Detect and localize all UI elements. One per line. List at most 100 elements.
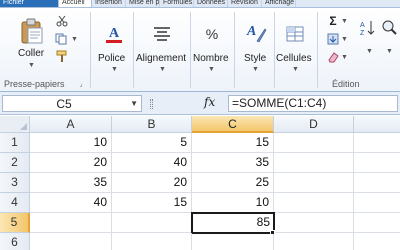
alignment-button-label[interactable]: Alignement [136,53,186,64]
active-cell-c5[interactable]: 85 [191,212,275,234]
format-painter-icon[interactable] [55,50,69,64]
cell-d5[interactable] [275,213,354,233]
font-color-button[interactable]: A [102,22,126,46]
cells-icon [286,26,304,42]
tab-review[interactable]: Révision [228,0,262,7]
cell-a2[interactable]: 20 [30,153,112,173]
cell-c2[interactable]: 35 [192,153,274,173]
worksheet-grid: A B C D 1 10 5 15 2 20 40 35 3 35 20 25 … [0,116,400,250]
ribbon: Coller ▼ ▼ Presse-papiers ⌟ A Police ▼ A… [0,8,400,92]
cell-d4[interactable] [274,193,354,213]
cell-e4[interactable] [354,193,400,213]
sum-chevron-icon[interactable]: ▼ [341,18,348,25]
editing-group-label: Édition [332,79,360,89]
cell-e5[interactable] [354,213,400,233]
cell-b6[interactable] [112,233,192,250]
cell-b1[interactable]: 5 [112,133,192,153]
number-chevron-icon[interactable]: ▼ [208,66,215,73]
row-header[interactable]: 3 [0,173,30,193]
alignment-button[interactable] [150,22,174,46]
group-separator [317,12,318,88]
cell-d1[interactable] [274,133,354,153]
sum-icon[interactable]: Σ [326,14,340,28]
name-box-value[interactable]: C5 [3,97,125,111]
cell-a3[interactable]: 35 [30,173,112,193]
alignment-chevron-icon[interactable]: ▼ [159,66,166,73]
formula-bar: C5 ▼ fx =SOMME(C1:C4) [0,92,400,115]
name-box[interactable]: C5 ▼ [2,95,142,112]
copy-icon[interactable] [55,32,69,46]
find-select-button[interactable] [380,16,398,40]
sort-filter-button[interactable]: A Z [357,16,381,40]
cell-d6[interactable] [274,233,354,250]
scissors-icon[interactable] [55,14,69,28]
tab-home[interactable]: Accueil [58,0,92,7]
cell-d3[interactable] [274,173,354,193]
name-box-dropdown-icon[interactable]: ▼ [130,99,138,108]
row-header[interactable]: 1 [0,133,30,153]
cell-a4[interactable]: 40 [30,193,112,213]
svg-text:A: A [246,24,256,39]
select-all-button[interactable] [0,116,30,133]
tab-formulas[interactable]: Formules [160,0,194,7]
tab-data[interactable]: Données [194,0,228,7]
clear-chevron-icon[interactable]: ▼ [341,54,348,61]
clear-icon[interactable] [326,50,340,64]
number-format-button[interactable]: % [200,22,224,46]
column-header-d[interactable]: D [274,116,354,133]
sort-chevron-icon[interactable]: ▼ [366,48,373,55]
font-button-label[interactable]: Police [98,53,125,64]
cell-b5[interactable] [112,213,192,233]
cell-a1[interactable]: 10 [30,133,112,153]
fill-chevron-icon[interactable]: ▼ [341,36,348,43]
style-button-label[interactable]: Style [244,53,266,64]
insert-function-icon[interactable]: fx [204,95,215,109]
cell-e6[interactable] [354,233,400,250]
copy-dropdown-chevron-icon[interactable]: ▼ [71,36,78,43]
cell-b3[interactable]: 20 [112,173,192,193]
cell-c4[interactable]: 10 [192,193,274,213]
font-chevron-icon[interactable]: ▼ [111,66,118,73]
row-header[interactable]: 4 [0,193,30,213]
cell-e3[interactable] [354,173,400,193]
style-icon: A [246,24,267,43]
tab-file[interactable]: Fichier [0,0,58,7]
cell-a6[interactable] [30,233,112,250]
cells-button[interactable] [283,22,307,46]
style-chevron-icon[interactable]: ▼ [252,66,259,73]
formula-input[interactable]: =SOMME(C1:C4) [228,95,398,112]
cell-e1[interactable] [354,133,400,153]
column-header-b[interactable]: B [112,116,192,133]
number-button-label[interactable]: Nombre [193,53,229,64]
cell-b4[interactable]: 15 [112,193,192,213]
dialog-launcher-icon[interactable]: ⌟ [76,79,86,89]
cell-a5[interactable] [30,213,112,233]
cells-button-label[interactable]: Cellules [276,53,312,64]
fill-icon[interactable] [326,32,340,46]
ribbon-tab-strip: Fichier Accueil Insertion Mise en page F… [0,0,400,8]
cell-c3[interactable]: 25 [192,173,274,193]
cell-c6[interactable] [192,234,274,250]
paste-label[interactable]: Coller [18,48,44,59]
row-header-selected[interactable]: 5 [0,213,30,233]
find-chevron-icon[interactable]: ▼ [386,48,393,55]
cell-e2[interactable] [354,153,400,173]
row-header[interactable]: 6 [0,233,30,250]
paste-dropdown-chevron-icon[interactable]: ▼ [28,62,35,69]
column-header-e[interactable] [354,116,400,133]
paste-button[interactable] [18,16,46,46]
tab-insert[interactable]: Insertion [92,0,126,7]
svg-text:Z: Z [360,30,365,37]
tab-view[interactable]: Affichage [262,0,296,7]
cell-d2[interactable] [274,153,354,173]
row-header[interactable]: 2 [0,153,30,173]
cell-b2[interactable]: 40 [112,153,192,173]
cells-chevron-icon[interactable]: ▼ [292,66,299,73]
column-header-a[interactable]: A [30,116,112,133]
cell-c1[interactable]: 15 [192,133,274,153]
style-button[interactable]: A [244,20,268,44]
tab-page-layout[interactable]: Mise en page [126,0,160,7]
percent-icon: % [205,26,219,42]
column-header-c[interactable]: C [192,116,274,133]
formula-bar-resize-grip[interactable] [150,99,153,109]
